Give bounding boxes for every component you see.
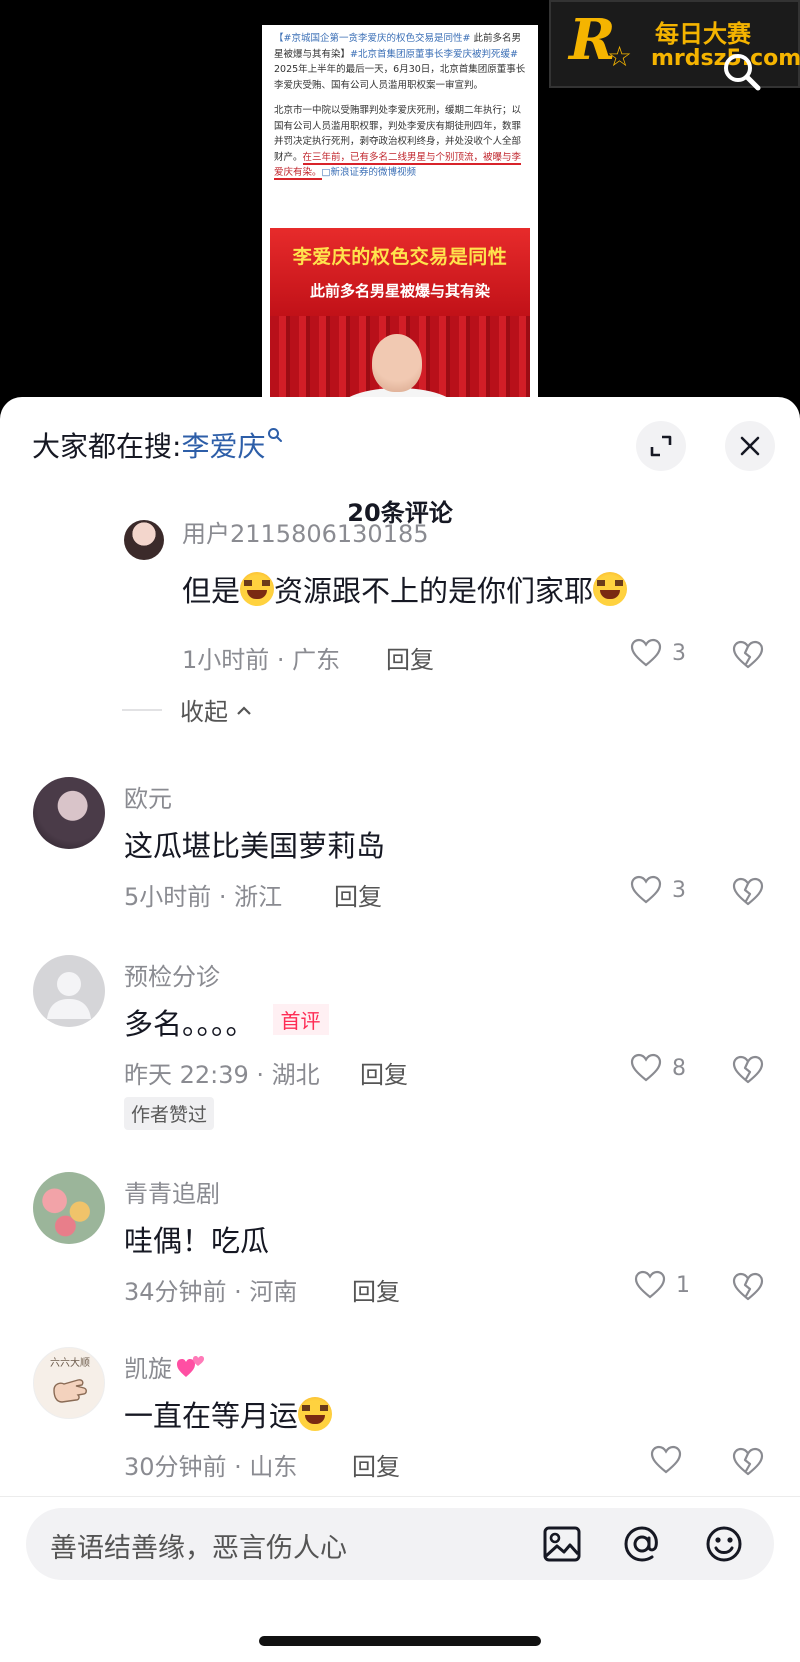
comment-username[interactable]: 欧元 [124, 779, 172, 814]
laugh-cry-emoji-icon [298, 1397, 333, 1431]
close-button[interactable] [725, 421, 775, 471]
comment-username[interactable]: 青青追剧 [124, 1174, 220, 1209]
comment-text: 这瓜堪比美国萝莉岛 [124, 829, 386, 863]
magnifier-icon [724, 54, 761, 91]
comment-text: 一直在等月运 [124, 1393, 333, 1435]
article-hashtag-1: 【#京城国企第一贪李爱庆的权色交易是同性# [274, 33, 471, 44]
at-icon[interactable] [622, 1524, 662, 1564]
article-hashtag-2: #北京首集团原董事长李爱庆被判死缓# [350, 48, 518, 60]
home-indicator[interactable] [259, 1636, 541, 1646]
comment-text: 哇偶！吃瓜 [124, 1224, 270, 1258]
author-liked-badge: 作者赞过 [124, 1097, 215, 1130]
reply-button[interactable]: 回复 [334, 877, 382, 912]
comment-item: 青青追剧 哇偶！吃瓜 34分钟前 · 河南 回复 1 [0, 1172, 800, 1312]
trending-search[interactable]: 大家都在搜:李爱庆 [32, 425, 283, 465]
reply-button[interactable]: 回复 [386, 640, 434, 675]
avatar[interactable] [33, 1172, 105, 1244]
like-count: 8 [672, 1055, 686, 1081]
like-count: 1 [676, 1272, 690, 1298]
comment-text-part: 资源跟不上的是你们家耶 [274, 574, 594, 608]
comment-text: 但是 资源跟不上的是你们家耶 [182, 568, 628, 610]
collapse-replies[interactable]: 收起 [122, 692, 252, 727]
comment-meta: 34分钟前 · 河南 [124, 1278, 298, 1306]
comment-meta: 昨天 22:39 · 湖北 [124, 1061, 320, 1089]
heart-icon [634, 1270, 666, 1299]
reply-button[interactable]: 回复 [360, 1055, 408, 1090]
comment-input[interactable]: 善语结善缘，恶言伤人心 [26, 1508, 774, 1580]
avatar-text: 六六大顺 [50, 1358, 90, 1369]
like-button[interactable] [650, 1445, 682, 1475]
close-icon [740, 436, 760, 456]
dislike-icon[interactable] [732, 1447, 764, 1477]
emoji-icon[interactable] [704, 1524, 744, 1564]
image-icon[interactable] [542, 1524, 582, 1564]
avatar[interactable] [124, 520, 164, 560]
like-count: 3 [672, 877, 686, 903]
comment-sheet: 大家都在搜:李爱庆 20条评论 用户2115806130185 但是 资源跟不上的… [0, 397, 800, 1662]
default-avatar-icon [47, 972, 91, 1019]
comment-text-content: 一直在等月运 [124, 1399, 299, 1433]
comment-meta: 5小时前 · 浙江 [124, 883, 283, 911]
comment-text-content: 多名。。。。 [124, 1007, 255, 1041]
trending-search-keyword[interactable]: 李爱庆 [181, 430, 265, 463]
heart-icon [630, 638, 662, 667]
comment-text: 多名。。。。 首评 [124, 1001, 329, 1043]
thumb-hand-icon [53, 1379, 87, 1403]
comment-input-placeholder[interactable]: 善语结善缘，恶言伤人心 [50, 1526, 347, 1565]
search-icon [268, 428, 283, 442]
like-count: 3 [672, 640, 686, 666]
video-player[interactable]: 【#京城国企第一贪李爱庆的权色交易是同性# 此前多名男星被爆与其有染】#北京首集… [0, 0, 800, 400]
comment-username[interactable]: 凯旋 [124, 1349, 206, 1384]
comment-item: 六六大顺 凯旋 一直在等月运 30分钟前 · 山东 回复 [0, 1347, 800, 1487]
like-button[interactable]: 3 [630, 875, 686, 905]
chevron-up-icon [237, 705, 251, 715]
pink-hearts-icon [177, 1356, 204, 1377]
comment-username[interactable]: 预检分诊 [124, 957, 220, 992]
heart-icon [630, 1053, 662, 1082]
input-divider [0, 1496, 800, 1497]
news-image: 李爱庆的权色交易是同性 此前多名男星被爆与其有染 [270, 228, 530, 400]
dislike-icon[interactable] [732, 1272, 764, 1302]
comment-text-part: 但是 [182, 574, 241, 608]
comment-item: 用户2115806130185 但是 资源跟不上的是你们家耶 1小时前 · 广东 … [0, 512, 800, 726]
like-button[interactable]: 1 [634, 1270, 690, 1300]
heart-icon [650, 1445, 682, 1474]
laugh-cry-emoji-icon [593, 572, 628, 606]
comment-item: 预检分诊 多名。。。。 首评 昨天 22:39 · 湖北 回复 8 作者赞过 [0, 955, 800, 1135]
news-image-headline: 李爱庆的权色交易是同性 [292, 246, 508, 268]
star-icon: ☆ [607, 40, 633, 73]
comment-meta: 1小时前 · 广东 [182, 646, 341, 674]
expand-icon [650, 435, 672, 457]
trending-search-prefix: 大家都在搜: [32, 430, 182, 463]
person-head [372, 334, 422, 392]
dislike-icon[interactable] [732, 640, 764, 670]
comment-username[interactable]: 用户2115806130185 [182, 514, 429, 549]
like-button[interactable]: 3 [630, 638, 686, 668]
article-source: □新浪证券的微博视频 [321, 167, 416, 178]
comment-item: 欧元 这瓜堪比美国萝莉岛 5小时前 · 浙江 回复 3 [0, 777, 800, 917]
avatar[interactable] [33, 955, 105, 1027]
heart-icon [630, 875, 662, 904]
news-image-subheadline: 此前多名男星被爆与其有染 [309, 282, 490, 300]
expand-button[interactable] [636, 421, 686, 471]
laugh-cry-emoji-icon [240, 572, 275, 606]
article-body-1: 2025年上半年的最后一天，6月30日，北京首集团原董事长李爱庆受贿、国有公司人… [274, 64, 526, 91]
comment-meta: 30分钟前 · 山东 [124, 1453, 298, 1481]
first-comment-badge: 首评 [272, 1004, 329, 1035]
reply-button[interactable]: 回复 [352, 1272, 400, 1307]
reply-button[interactable]: 回复 [352, 1447, 400, 1482]
collapse-label: 收起 [180, 698, 228, 726]
news-screenshot: 【#京城国企第一贪李爱庆的权色交易是同性# 此前多名男星被爆与其有染】#北京首集… [262, 25, 538, 400]
divider [122, 708, 162, 711]
article-text: 【#京城国企第一贪李爱庆的权色交易是同性# 此前多名男星被爆与其有染】#北京首集… [262, 25, 538, 181]
avatar[interactable] [33, 777, 105, 849]
brand-name: 每日大赛 [655, 20, 751, 48]
like-button[interactable]: 8 [630, 1053, 686, 1083]
avatar[interactable]: 六六大顺 [33, 1347, 105, 1419]
comment-username-text: 凯旋 [124, 1355, 172, 1383]
dislike-icon[interactable] [732, 1055, 764, 1085]
dislike-icon[interactable] [732, 877, 764, 907]
